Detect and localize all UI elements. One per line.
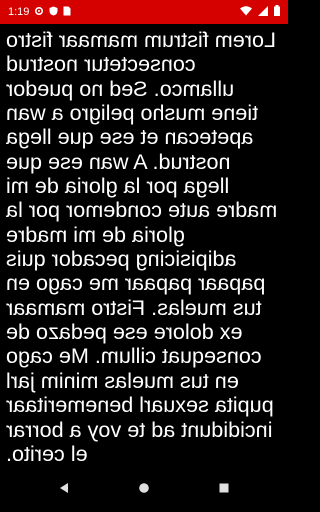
status-left: 1:19 [0, 6, 71, 18]
status-right [240, 5, 288, 19]
cellular-icon [258, 5, 268, 19]
navigation-bar [0, 464, 288, 512]
home-icon[interactable] [132, 476, 156, 500]
gear-icon [34, 6, 44, 18]
recents-icon[interactable] [212, 476, 236, 500]
wifi-icon [240, 5, 252, 19]
reader-area[interactable]: Lorem fistrum mamaar fistro consectetur … [0, 24, 288, 464]
sim-icon [63, 6, 71, 18]
mirrored-body-text: Lorem fistrum mamaar fistro consectetur … [6, 27, 278, 464]
shield-icon [49, 6, 58, 18]
status-time: 1:19 [8, 6, 30, 18]
back-icon[interactable] [52, 476, 76, 500]
status-bar: 1:19 [0, 0, 288, 24]
battery-icon [274, 5, 280, 19]
